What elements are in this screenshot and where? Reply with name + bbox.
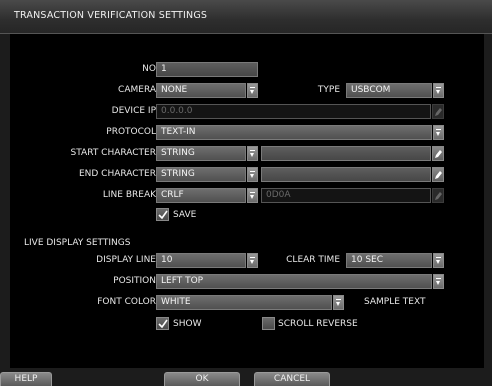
- chevron-down-icon[interactable]: [333, 295, 344, 310]
- chevron-down-icon[interactable]: [433, 83, 444, 98]
- end-character-select[interactable]: STRING: [156, 167, 246, 182]
- sample-text: SAMPLE TEXT: [364, 297, 426, 307]
- start-character-label: START CHARACTER: [70, 148, 156, 158]
- chevron-down-icon[interactable]: [247, 83, 258, 98]
- dialog-title: TRANSACTION VERIFICATION SETTINGS: [14, 10, 208, 21]
- no-field[interactable]: 1: [156, 62, 258, 77]
- chevron-down-icon[interactable]: [247, 188, 258, 203]
- scroll-reverse-checkbox[interactable]: [262, 317, 275, 330]
- show-checkbox[interactable]: [156, 317, 169, 330]
- display-line-select[interactable]: 10: [156, 253, 246, 268]
- font-color-select[interactable]: WHITE: [156, 295, 332, 310]
- chevron-down-icon[interactable]: [247, 167, 258, 182]
- cancel-button[interactable]: CANCEL: [254, 372, 330, 386]
- start-character-text[interactable]: [261, 146, 431, 161]
- chevron-down-icon[interactable]: [433, 253, 444, 268]
- settings-panel: NO 1 CAMERA NONE TYPE USBCOM DEVICE IP 0…: [10, 34, 484, 368]
- type-select[interactable]: USBCOM: [346, 83, 432, 98]
- camera-label: CAMERA: [118, 85, 156, 95]
- ok-button[interactable]: OK: [164, 372, 240, 386]
- help-button[interactable]: HELP: [0, 372, 52, 386]
- settings-dialog: TRANSACTION VERIFICATION SETTINGS NO 1 C…: [0, 0, 492, 386]
- line-break-text[interactable]: 0D0A: [261, 188, 431, 203]
- device-ip-label: DEVICE IP: [111, 106, 156, 116]
- display-line-label: DISPLAY LINE: [96, 255, 156, 265]
- show-label: SHOW: [173, 319, 202, 329]
- chevron-down-icon[interactable]: [433, 125, 444, 140]
- clear-time-select[interactable]: 10 SEC: [346, 253, 432, 268]
- pencil-edit-icon[interactable]: [432, 167, 444, 182]
- checkmark-icon: [158, 210, 168, 220]
- save-label: SAVE: [173, 210, 197, 220]
- save-checkbox[interactable]: [156, 208, 169, 221]
- pencil-edit-icon[interactable]: [432, 146, 444, 161]
- clear-time-label: CLEAR TIME: [286, 255, 340, 265]
- type-label: TYPE: [317, 85, 340, 95]
- end-character-label: END CHARACTER: [78, 169, 156, 179]
- protocol-select[interactable]: TEXT-IN: [156, 125, 432, 140]
- line-break-label: LINE BREAK: [102, 190, 156, 200]
- scroll-reverse-label: SCROLL REVERSE: [278, 319, 358, 329]
- end-character-text[interactable]: [261, 167, 431, 182]
- chevron-down-icon[interactable]: [247, 253, 258, 268]
- pencil-edit-icon: [432, 104, 444, 119]
- pencil-edit-icon: [432, 188, 444, 203]
- chevron-down-icon[interactable]: [433, 274, 444, 289]
- button-bar: [0, 368, 492, 386]
- position-select[interactable]: LEFT TOP: [156, 274, 432, 289]
- chevron-down-icon[interactable]: [247, 146, 258, 161]
- live-display-section-title: LIVE DISPLAY SETTINGS: [24, 238, 131, 248]
- checkmark-icon: [158, 319, 168, 329]
- font-color-label: FONT COLOR: [97, 297, 156, 307]
- camera-select[interactable]: NONE: [156, 83, 246, 98]
- position-label: POSITION: [113, 276, 156, 286]
- protocol-label: PROTOCOL: [106, 127, 156, 137]
- device-ip-field[interactable]: 0.0.0.0: [156, 104, 431, 119]
- start-character-select[interactable]: STRING: [156, 146, 246, 161]
- no-label: NO: [142, 64, 156, 74]
- line-break-select[interactable]: CRLF: [156, 188, 246, 203]
- title-bar: TRANSACTION VERIFICATION SETTINGS: [0, 0, 492, 34]
